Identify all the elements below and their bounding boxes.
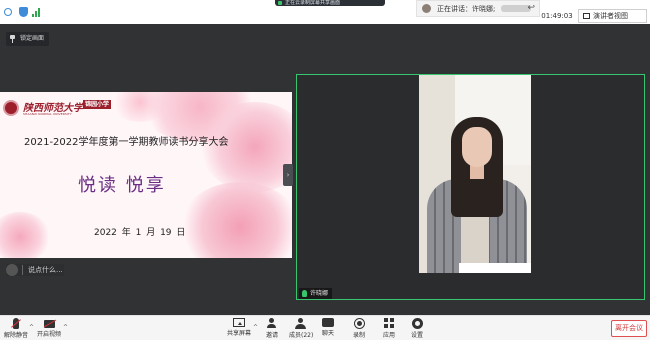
video-foreground-table — [459, 263, 531, 273]
participant-name-tag: 许晓娜 — [299, 288, 333, 299]
university-name-en: SHAANXI NORMAL UNIVERSITY — [23, 112, 72, 116]
share-screen-icon — [233, 318, 245, 327]
apps-button[interactable]: 应用 — [381, 318, 397, 339]
share-screen-button[interactable]: 共享屏幕 — [227, 318, 251, 337]
return-arrow-icon[interactable]: ↩ — [527, 3, 535, 13]
top-status-bar: 正在云录制屏幕共享画面 正在讲话：许晓娜; ↩ 01:49:03 演讲者视图 — [0, 0, 650, 24]
security-shield-icon[interactable] — [19, 7, 28, 17]
active-speaker-indicator: 正在讲话：许晓娜; ↩ — [416, 0, 540, 17]
invite-icon — [266, 318, 278, 329]
invite-button[interactable]: 邀请 — [263, 318, 281, 339]
share-options-chevron-icon[interactable]: ^ — [253, 324, 258, 331]
university-emblem-icon — [3, 100, 19, 116]
speaker-view-button[interactable]: 演讲者视图 — [578, 9, 647, 23]
collapse-panel-chevron-icon[interactable]: › — [283, 164, 293, 186]
unmute-button[interactable]: 解除静音 — [3, 318, 29, 339]
meeting-timer: 01:49:03 — [540, 10, 574, 22]
chat-hint-text: 说点什么... — [28, 266, 63, 274]
speaker-view-label: 演讲者视图 — [593, 12, 628, 20]
leave-meeting-button[interactable]: 离开会议 — [611, 320, 647, 337]
share-screen-label: 共享屏幕 — [227, 330, 252, 337]
invite-label: 邀请 — [265, 332, 278, 339]
members-button[interactable]: 成员(22) — [289, 318, 313, 339]
speaking-label: 正在讲话：许晓娜; — [437, 5, 496, 13]
quick-chat-input[interactable]: 说点什么... — [6, 264, 63, 276]
pin-icon — [10, 35, 15, 43]
video-options-chevron-icon[interactable]: ^ — [63, 324, 68, 331]
blossom-decoration — [180, 182, 292, 258]
members-label: 成员(22) — [289, 332, 314, 339]
mic-muted-icon — [11, 318, 21, 329]
speaker-avatar — [422, 4, 431, 13]
divider — [22, 265, 23, 275]
slide-title: 2021-2022学年度第一学期教师读书分享大会 — [24, 137, 229, 148]
unmute-label: 解除静音 — [3, 332, 28, 339]
participant-face — [462, 127, 492, 167]
lock-view-label: 锁定画面 — [20, 35, 45, 42]
university-logo: 陕西师范大学 SHAANXI NORMAL UNIVERSITY 锦园小学 — [3, 100, 121, 122]
meeting-stage: 锁定画面 陕西师范大学 SHAANXI NORMAL UNIVERSITY 锦园… — [0, 24, 650, 315]
record-button[interactable]: 录制 — [351, 318, 367, 339]
slide-date: 2022 年 1 月 19 日 — [94, 228, 186, 238]
grid-view-icon — [583, 13, 590, 19]
apps-label: 应用 — [382, 332, 395, 339]
gear-icon — [411, 318, 423, 329]
slide-heading: 悦读 悦享 — [78, 175, 166, 196]
start-video-label: 开启视频 — [36, 331, 61, 338]
recording-banner-text: 正在云录制屏幕共享画面 — [285, 0, 341, 6]
chat-button[interactable]: 聊天 — [320, 318, 336, 337]
school-badge: 锦园小学 — [83, 100, 112, 109]
camera-off-icon — [43, 319, 56, 328]
record-label: 录制 — [352, 332, 365, 339]
apps-icon — [383, 318, 395, 329]
chat-icon — [322, 318, 334, 327]
audio-options-chevron-icon[interactable]: ^ — [29, 324, 34, 331]
meeting-toolbar: 解除静音 ^ 开启视频 ^ 共享屏幕 ^ 邀请 成员(22) 聊天 录制 应用 … — [0, 315, 650, 340]
participant-video-tile[interactable]: 许晓娜 — [296, 74, 645, 300]
settings-label: 设置 — [410, 332, 423, 339]
recording-icon — [278, 1, 282, 5]
emoji-icon[interactable] — [6, 264, 18, 276]
members-icon — [295, 318, 307, 329]
network-signal-icon[interactable] — [32, 8, 41, 17]
settings-button[interactable]: 设置 — [409, 318, 425, 339]
info-icon[interactable] — [4, 8, 12, 16]
shared-slide: 陕西师范大学 SHAANXI NORMAL UNIVERSITY 锦园小学 20… — [0, 92, 292, 258]
recording-banner[interactable]: 正在云录制屏幕共享画面 — [275, 0, 385, 6]
participant-video — [419, 75, 531, 273]
chat-label: 聊天 — [321, 330, 334, 337]
record-icon — [353, 318, 365, 329]
participant-neck — [470, 165, 484, 179]
blossom-decoration — [0, 212, 50, 258]
participant-name: 许晓娜 — [310, 290, 329, 297]
lock-view-button[interactable]: 锁定画面 — [6, 32, 50, 46]
mic-active-icon — [302, 290, 307, 297]
start-video-button[interactable]: 开启视频 — [36, 318, 62, 338]
